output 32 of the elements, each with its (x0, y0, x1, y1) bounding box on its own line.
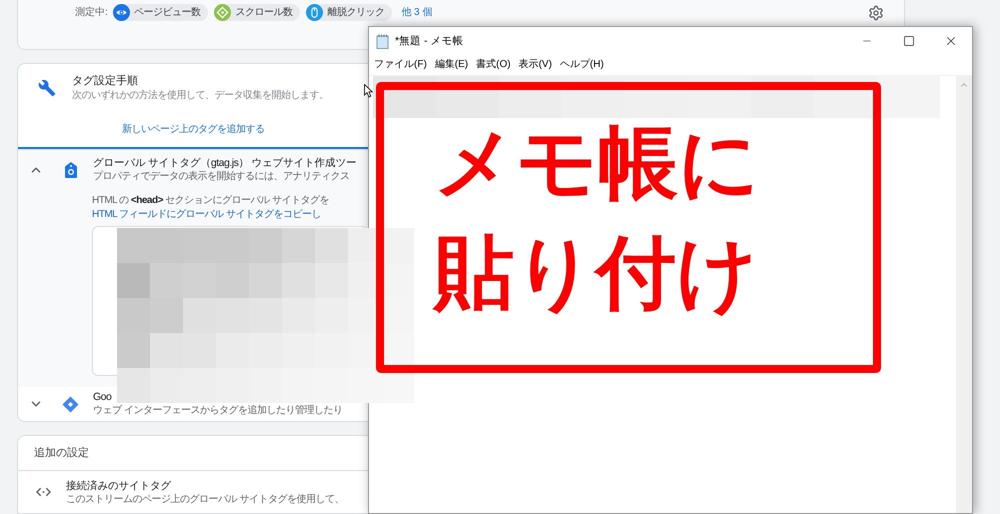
diamond-icon (62, 396, 79, 412)
event-label: 離脱クリック (327, 6, 384, 20)
method-title: グローバル サイトタグ（gtag.js） ウェブサイト作成ツー (93, 157, 356, 170)
wrench-icon (38, 79, 56, 97)
tag-icon (64, 162, 76, 178)
instruction-link[interactable]: HTML フィールドにグローバル サイトタグをコピーし (92, 208, 321, 222)
event-label: スクロール数 (235, 6, 292, 20)
maximize-icon (903, 35, 915, 47)
menu-item[interactable]: 編集(E) (430, 55, 472, 75)
more-link[interactable]: 他 3 個 (401, 4, 432, 21)
section-subtitle: 次のいずれかの方法を使用して、データ収集を開始します。 (72, 88, 328, 102)
instruction-text: HTML の <head> セクションにグローバル サイトタグを (92, 194, 330, 208)
menu-item[interactable]: ファイル(F) (370, 55, 431, 75)
event-label: ページビュー数 (134, 6, 200, 20)
method-subtitle: プロパティでデータの表示を開始するには、アナリティクス (93, 170, 350, 183)
section-title: 追加の設定 (34, 446, 89, 460)
item-title: 接続済みのサイトタグ (66, 478, 171, 492)
section-title: タグ設定手順 (72, 74, 138, 88)
window-title: *無題 - メモ帳 (395, 34, 464, 48)
settings-icon[interactable] (868, 5, 884, 21)
item-subtitle: このストリームのページ上のグローバル サイトタグを使用して、 (66, 492, 344, 506)
scrollbar[interactable] (956, 76, 972, 513)
method-subtitle: ウェブ インターフェースからタグを追加したり管理したり (93, 404, 342, 417)
annotation-text: メモ帳に (434, 115, 760, 211)
notepad-icon (376, 34, 389, 48)
menu-item[interactable]: ヘルプ(H) (556, 55, 608, 75)
menu-item[interactable]: 書式(O) (472, 55, 515, 75)
menu-item[interactable]: 表示(V) (514, 55, 556, 75)
code-icon (36, 487, 51, 497)
annotation-text: 貼り付け (434, 225, 758, 321)
method-title: Goo (93, 391, 112, 404)
measurement-label: 測定中: (75, 6, 108, 20)
